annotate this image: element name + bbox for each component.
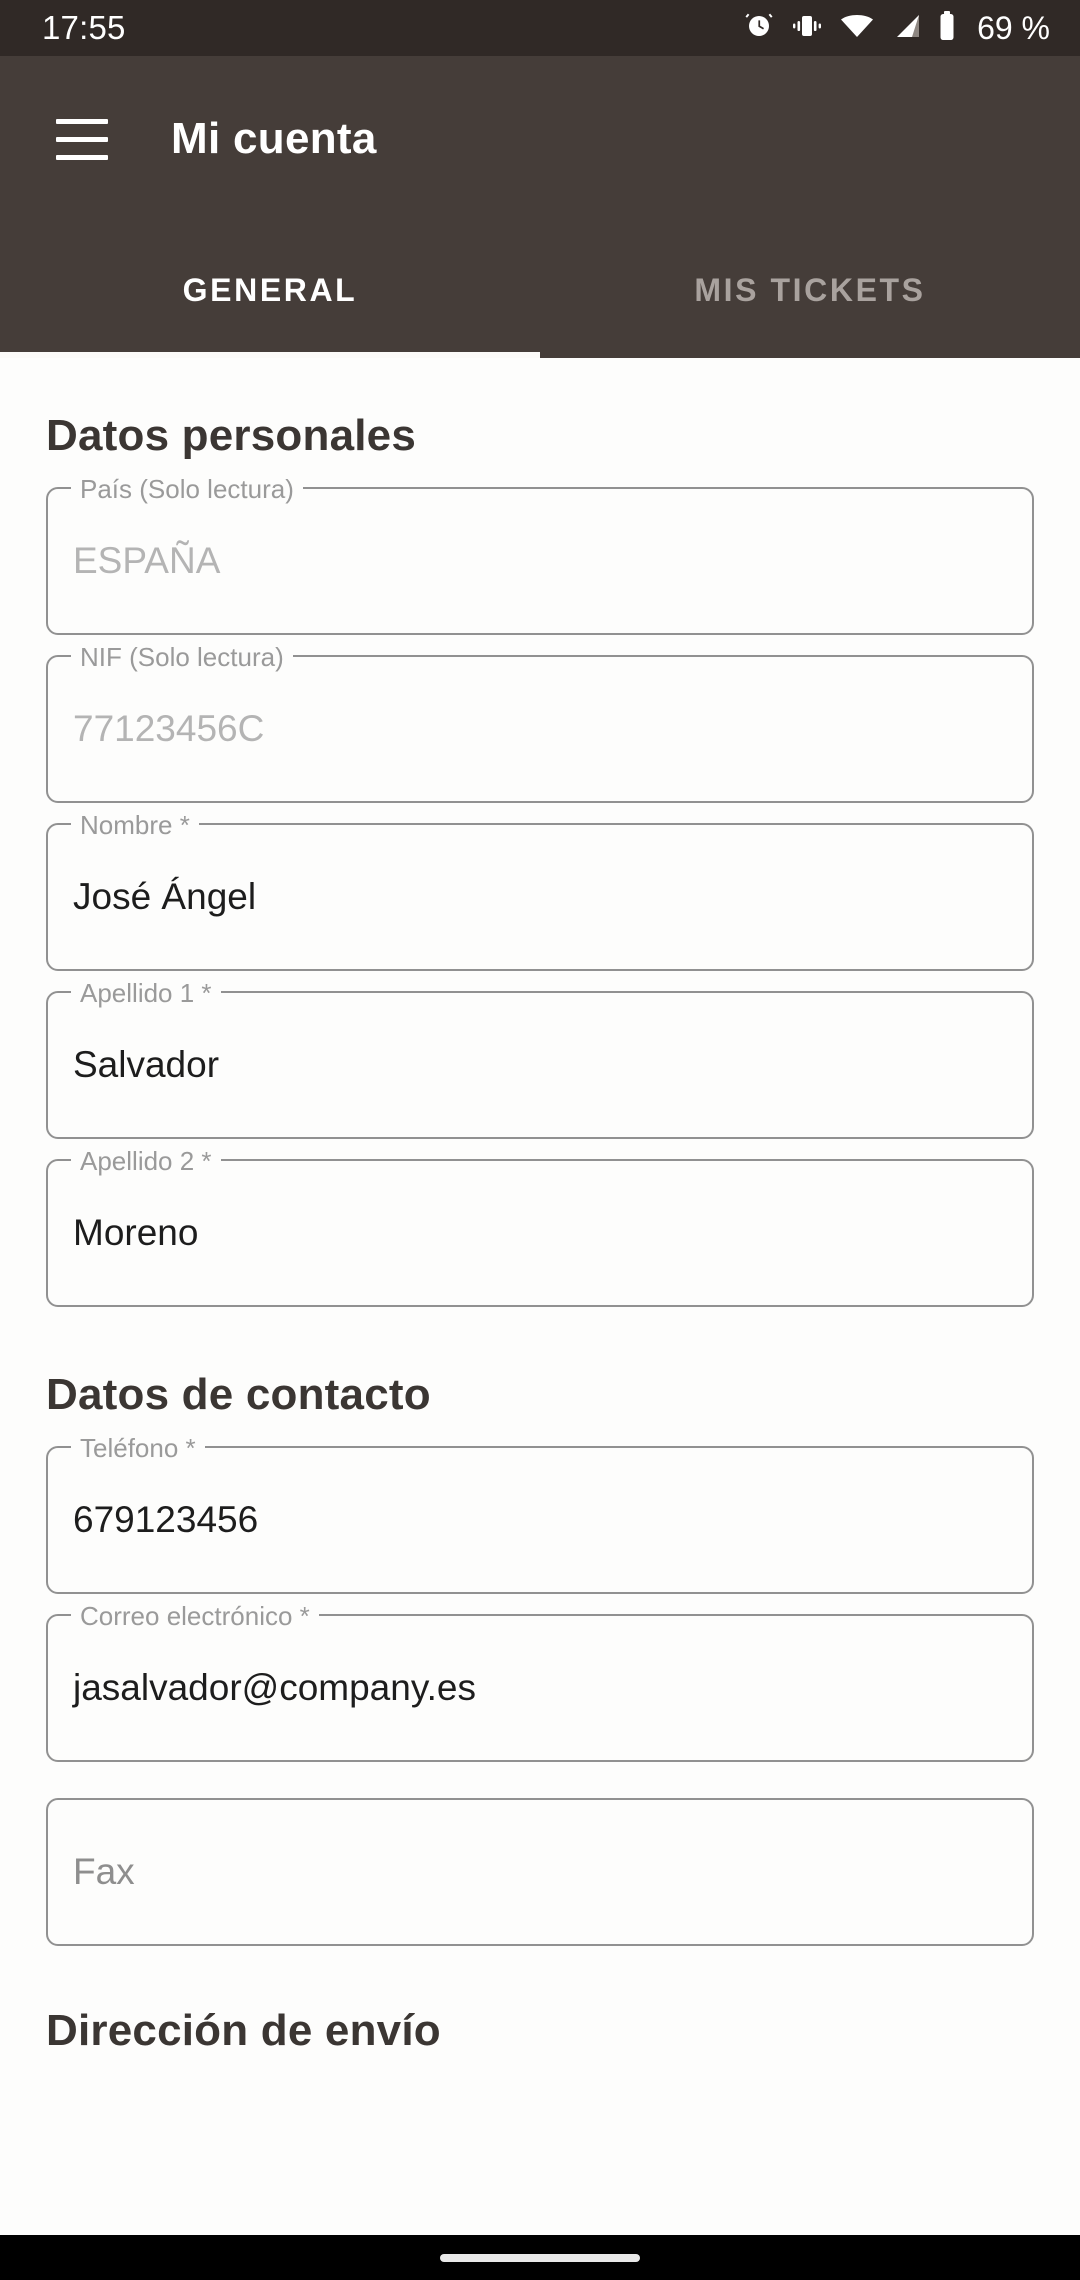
field-label-pais: País (Solo lectura) [71,474,303,504]
tab-general[interactable]: GENERAL [0,222,540,358]
status-bar: 17:55 69 % [0,0,1080,56]
field-label-nif: NIF (Solo lectura) [71,642,293,672]
field-value-telefono[interactable]: 679123456 [73,1498,258,1542]
wifi-icon [840,13,874,44]
system-navigation-bar [0,2235,1080,2280]
field-value-nif: 77123456C [73,708,265,749]
alarm-icon [744,11,774,46]
hamburger-menu-icon[interactable] [30,87,134,191]
field-nif[interactable]: NIF (Solo lectura) 77123456C [46,642,1034,803]
field-apellido-1[interactable]: Apellido 1 * Salvador [46,978,1034,1139]
field-fax[interactable]: Fax [46,1798,1034,1946]
field-label-telefono: Teléfono * [71,1433,205,1463]
field-apellido-2[interactable]: Apellido 2 * Moreno [46,1146,1034,1307]
field-value-pais: ESPAÑA [73,540,221,581]
field-label-nombre: Nombre * [71,810,199,840]
tab-bar: GENERAL MIS TICKETS [0,222,1080,358]
app-screen: 17:55 69 % Mi cuenta GENERAL MIS TICKETS… [0,0,1080,2280]
field-label-apellido-1: Apellido 1 * [71,978,221,1008]
status-time: 17:55 [42,9,126,46]
field-telefono[interactable]: Teléfono * 679123456 [46,1433,1034,1594]
cellular-signal-icon [891,13,921,44]
menu-bar-3 [56,154,108,160]
field-label-apellido-2: Apellido 2 * [71,1146,221,1176]
fields-datos-personales: País (Solo lectura) ESPAÑA NIF (Solo lec… [0,474,1080,1307]
field-correo-electronico[interactable]: Correo electrónico * jasalvador@company.… [46,1601,1034,1762]
field-value-correo-electronico[interactable]: jasalvador@company.es [73,1666,476,1710]
section-heading-direccion-envio: Dirección de envío [46,2006,441,2055]
field-value-apellido-2[interactable]: Moreno [73,1211,198,1255]
status-icons: 69 % [744,10,1050,47]
app-bar: Mi cuenta GENERAL MIS TICKETS [0,56,1080,358]
battery-icon [938,10,956,46]
gesture-home-indicator[interactable] [440,2253,640,2262]
fields-datos-contacto: Teléfono * 679123456 Correo electrónico … [0,1433,1080,1946]
section-heading-datos-personales: Datos personales [46,411,417,460]
field-nombre[interactable]: Nombre * José Ángel [46,810,1034,971]
menu-bar-2 [56,136,108,142]
field-value-nombre[interactable]: José Ángel [73,875,256,919]
menu-bar-1 [56,118,108,124]
form-scroll-area[interactable]: Datos personales País (Solo lectura) ESP… [0,358,1080,2235]
field-pais[interactable]: País (Solo lectura) ESPAÑA [46,474,1034,635]
battery-percent-label: 69 % [977,9,1050,46]
field-placeholder-fax: Fax [73,1851,135,1892]
field-value-apellido-1[interactable]: Salvador [73,1043,219,1087]
field-label-correo-electronico: Correo electrónico * [71,1601,319,1631]
section-heading-datos-contacto: Datos de contacto [46,1370,431,1419]
tab-mis-tickets[interactable]: MIS TICKETS [540,222,1080,358]
vibrate-icon [791,13,823,44]
page-title: Mi cuenta [171,114,377,163]
toolbar: Mi cuenta [0,56,1080,222]
